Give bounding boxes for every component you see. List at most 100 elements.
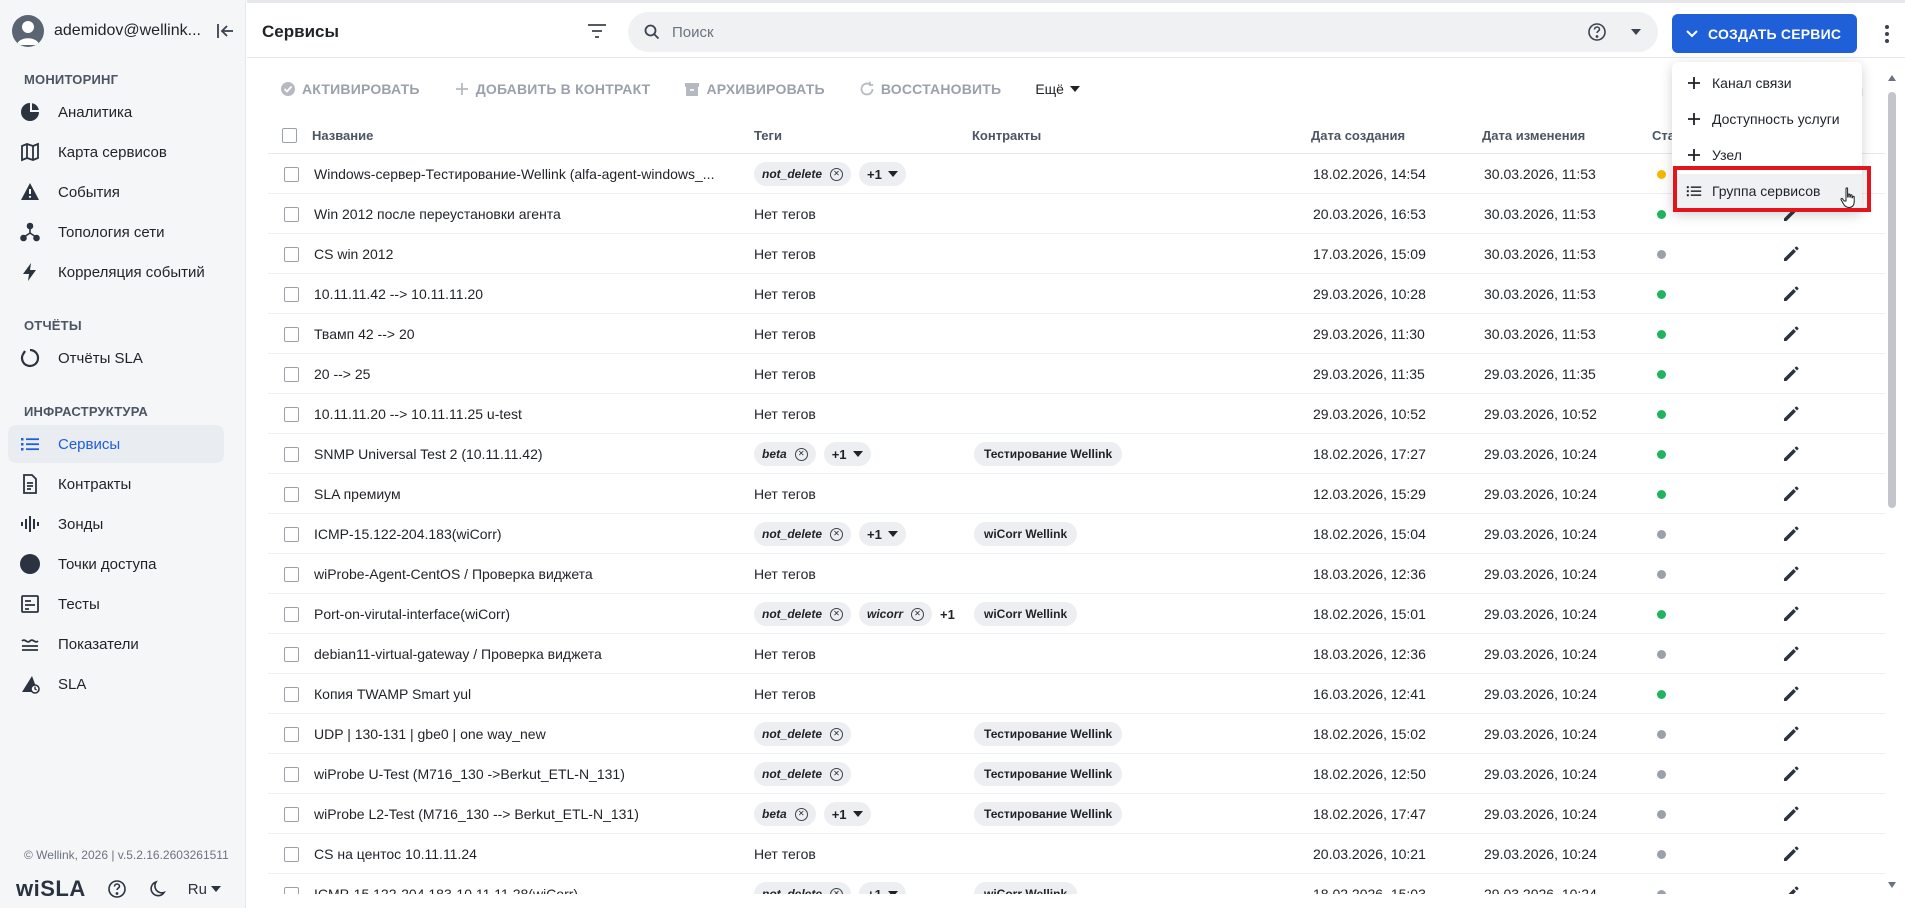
dark-mode-icon[interactable] bbox=[148, 878, 170, 900]
edit-icon[interactable] bbox=[1781, 284, 1801, 304]
edit-icon[interactable] bbox=[1781, 564, 1801, 584]
contract-chip[interactable]: Тестирование Wellink bbox=[974, 802, 1123, 826]
contract-chip[interactable]: wiCorr Wellink bbox=[974, 522, 1078, 546]
remove-tag-icon[interactable]: ✕ bbox=[794, 447, 808, 461]
user-profile[interactable]: ademidov@wellink... bbox=[12, 14, 236, 48]
edit-icon[interactable] bbox=[1781, 724, 1801, 744]
table-row[interactable]: 20 --> 25 Нет тегов 29.03.2026, 11:35 29.03… bbox=[268, 354, 1885, 394]
service-name[interactable]: debian11-virtual-gateway / Проверка видж… bbox=[314, 646, 734, 662]
row-checkbox[interactable] bbox=[284, 727, 299, 742]
search-options-chevron-icon[interactable] bbox=[1628, 24, 1644, 40]
tag-chip[interactable]: beta ✕ bbox=[754, 442, 816, 466]
service-name[interactable]: Win 2012 после переустановки агента bbox=[314, 206, 734, 222]
contract-chip[interactable]: Тестирование Wellink bbox=[974, 762, 1123, 786]
more-tags-button[interactable]: +1 bbox=[859, 882, 906, 894]
table-row[interactable]: 10.11.11.20 --> 10.11.11.25 u-test Нет те… bbox=[268, 394, 1885, 434]
sidebar-item[interactable]: Тесты bbox=[8, 585, 224, 623]
sidebar-item[interactable]: Контракты bbox=[8, 465, 224, 503]
scroll-up-arrow-icon[interactable] bbox=[1888, 75, 1896, 81]
row-checkbox[interactable] bbox=[284, 607, 299, 622]
row-checkbox[interactable] bbox=[284, 407, 299, 422]
row-checkbox[interactable] bbox=[284, 287, 299, 302]
sidebar-item[interactable]: Отчёты SLA bbox=[8, 339, 224, 377]
more-actions-dropdown[interactable]: Ещё bbox=[1035, 81, 1080, 97]
table-row[interactable]: Копия TWAMP Smart yul Нет тегов 16.03.2026… bbox=[268, 674, 1885, 714]
tag-chip[interactable]: not_delete ✕ bbox=[754, 762, 852, 786]
row-checkbox[interactable] bbox=[284, 487, 299, 502]
more-tags-button[interactable]: +1 bbox=[859, 162, 906, 186]
service-name[interactable]: wiProbe L2-Test (M716_130 --> Berkut_ETL… bbox=[314, 806, 734, 822]
select-all-checkbox[interactable] bbox=[282, 128, 297, 143]
logout-icon[interactable] bbox=[214, 20, 236, 42]
row-checkbox[interactable] bbox=[284, 567, 299, 582]
table-row[interactable]: UDP | 130-131 | gbe0 | one way_new not_de… bbox=[268, 714, 1885, 754]
service-name[interactable]: Windows-сервер-Тестирование-Wellink (alf… bbox=[314, 166, 734, 182]
more-tags-button[interactable]: +1 bbox=[823, 442, 871, 466]
service-name[interactable]: SLA премиум bbox=[314, 486, 734, 502]
edit-icon[interactable] bbox=[1781, 324, 1801, 344]
contract-chip[interactable]: Тестирование Wellink bbox=[974, 442, 1123, 466]
table-row[interactable]: Win 2012 после переустановки агента Нет т… bbox=[268, 194, 1885, 234]
column-header-created[interactable]: Дата создания bbox=[1311, 128, 1405, 143]
search-help-icon[interactable] bbox=[1586, 21, 1608, 43]
row-checkbox[interactable] bbox=[284, 847, 299, 862]
service-name[interactable]: CS на центос 10.11.11.24 bbox=[314, 846, 734, 862]
edit-icon[interactable] bbox=[1781, 644, 1801, 664]
scroll-down-arrow-icon[interactable] bbox=[1888, 882, 1896, 888]
table-row[interactable]: SNMP Universal Test 2 (10.11.11.42) beta ✕… bbox=[268, 434, 1885, 474]
table-row[interactable]: wiProbe U-Test (M716_130 ->Berkut_ETL-N_… bbox=[268, 754, 1885, 794]
more-vert-icon[interactable] bbox=[1881, 22, 1893, 46]
sidebar-item[interactable]: SLA bbox=[8, 665, 224, 703]
remove-tag-icon[interactable]: ✕ bbox=[911, 607, 925, 621]
sidebar-item[interactable]: Аналитика bbox=[8, 93, 224, 131]
contract-chip[interactable]: Тестирование Wellink bbox=[974, 722, 1123, 746]
archive-button[interactable]: АРХИВИРОВАТЬ bbox=[684, 81, 825, 97]
sidebar-item[interactable]: Точки доступа bbox=[8, 545, 224, 583]
remove-tag-icon[interactable]: ✕ bbox=[830, 607, 844, 621]
sidebar-item[interactable]: Сервисы bbox=[8, 425, 224, 463]
remove-tag-icon[interactable]: ✕ bbox=[830, 887, 844, 894]
tag-chip[interactable]: beta ✕ bbox=[754, 802, 816, 826]
create-service-button[interactable]: СОЗДАТЬ СЕРВИС bbox=[1672, 14, 1857, 53]
edit-icon[interactable] bbox=[1781, 524, 1801, 544]
table-row[interactable]: Твамп 42 --> 20 Нет тегов 29.03.2026, 11:3… bbox=[268, 314, 1885, 354]
sidebar-item[interactable]: Карта сервисов bbox=[8, 133, 224, 171]
remove-tag-icon[interactable]: ✕ bbox=[830, 767, 844, 781]
table-row[interactable]: debian11-virtual-gateway / Проверка видж… bbox=[268, 634, 1885, 674]
row-checkbox[interactable] bbox=[284, 527, 299, 542]
column-header-name[interactable]: Название bbox=[312, 128, 373, 143]
service-name[interactable]: ICMP-15.122-204.183-10.11.11.28(wiCorr) bbox=[314, 886, 734, 894]
filter-icon[interactable] bbox=[586, 20, 608, 42]
vertical-scrollbar[interactable] bbox=[1885, 70, 1899, 900]
menu-item[interactable]: Канал связи bbox=[1672, 66, 1862, 100]
row-checkbox[interactable] bbox=[284, 447, 299, 462]
restore-button[interactable]: ВОССТАНОВИТЬ bbox=[859, 81, 1002, 97]
more-tags-button[interactable]: +1 bbox=[859, 522, 906, 546]
edit-icon[interactable] bbox=[1781, 764, 1801, 784]
edit-icon[interactable] bbox=[1781, 404, 1801, 424]
sidebar-item[interactable]: Топология сети bbox=[8, 213, 224, 251]
row-checkbox[interactable] bbox=[284, 807, 299, 822]
edit-icon[interactable] bbox=[1781, 364, 1801, 384]
language-select[interactable]: Ru bbox=[188, 881, 221, 898]
remove-tag-icon[interactable]: ✕ bbox=[794, 807, 808, 821]
column-header-modified[interactable]: Дата изменения bbox=[1482, 128, 1585, 143]
tag-chip[interactable]: not_delete ✕ bbox=[754, 602, 852, 626]
service-name[interactable]: SNMP Universal Test 2 (10.11.11.42) bbox=[314, 446, 734, 462]
tag-chip[interactable]: not_delete ✕ bbox=[754, 882, 852, 894]
remove-tag-icon[interactable]: ✕ bbox=[830, 727, 844, 741]
menu-item[interactable]: Доступность услуги bbox=[1672, 102, 1862, 136]
edit-icon[interactable] bbox=[1781, 484, 1801, 504]
edit-icon[interactable] bbox=[1781, 884, 1801, 894]
contract-chip[interactable]: wiCorr Wellink bbox=[974, 602, 1078, 626]
service-name[interactable]: wiProbe-Agent-CentOS / Проверка виджета bbox=[314, 566, 734, 582]
row-checkbox[interactable] bbox=[284, 367, 299, 382]
service-name[interactable]: Копия TWAMP Smart yul bbox=[314, 686, 734, 702]
service-name[interactable]: UDP | 130-131 | gbe0 | one way_new bbox=[314, 726, 734, 742]
edit-icon[interactable] bbox=[1781, 684, 1801, 704]
row-checkbox[interactable] bbox=[284, 887, 299, 894]
edit-icon[interactable] bbox=[1781, 604, 1801, 624]
table-row[interactable]: CS на центос 10.11.11.24 Нет тегов 20.03.2… bbox=[268, 834, 1885, 874]
table-row[interactable]: 10.11.11.42 --> 10.11.11.20 Нет тегов 29.0… bbox=[268, 274, 1885, 314]
edit-icon[interactable] bbox=[1781, 444, 1801, 464]
